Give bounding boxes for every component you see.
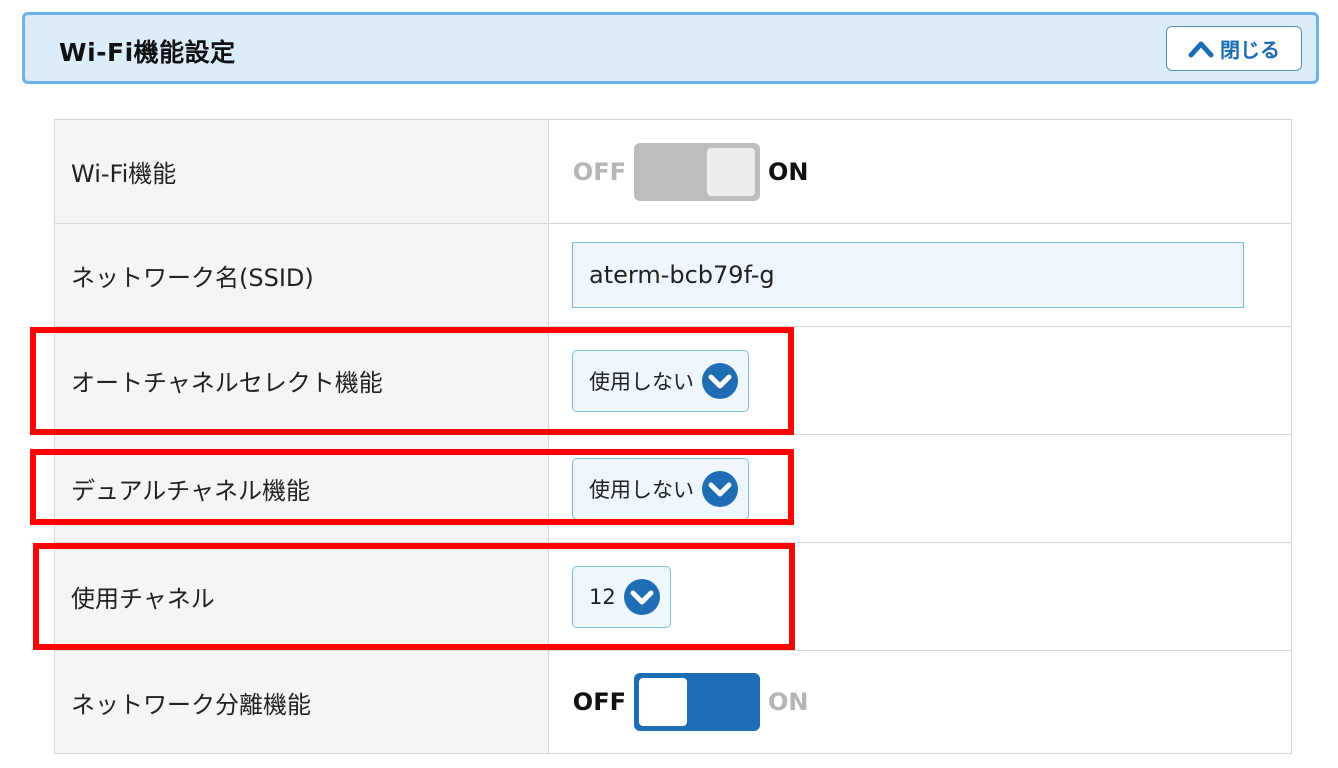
wifi-function-toggle-group: OFF ON (572, 142, 1291, 201)
table-row: 使用チャネル 12 (54, 542, 1292, 651)
toggle-on-label: ON (768, 688, 809, 716)
chevron-up-icon (1188, 40, 1214, 58)
channel-value: 12 (589, 584, 616, 609)
section-title: Wi-Fi機能設定 (59, 38, 236, 67)
chevron-down-circle-icon (623, 578, 660, 615)
table-row: ネットワーク分離機能 OFF ON (54, 650, 1292, 754)
ssid-label: ネットワーク名(SSID) (54, 223, 549, 327)
settings-table: Wi-Fi機能 OFF ON ネットワーク名(SSID) オートチャネルセレクト… (54, 119, 1292, 754)
network-separation-label: ネットワーク分離機能 (54, 650, 549, 754)
auto-channel-select-value: 使用しない (589, 369, 694, 394)
network-separation-toggle[interactable] (634, 673, 760, 731)
chevron-down-circle-icon (702, 470, 738, 507)
toggle-knob (707, 147, 755, 196)
auto-channel-select-label: オートチャネルセレクト機能 (54, 326, 549, 435)
close-button[interactable]: 閉じる (1166, 26, 1302, 71)
toggle-on-label: ON (768, 157, 809, 186)
dual-channel-dropdown[interactable]: 使用しない (572, 457, 749, 520)
wifi-function-label: Wi-Fi機能 (54, 119, 549, 224)
close-button-label: 閉じる (1220, 38, 1280, 62)
dual-channel-label: デュアルチャネル機能 (54, 434, 549, 543)
toggle-off-label: OFF (572, 688, 626, 716)
toggle-off-label: OFF (572, 157, 626, 186)
table-row: オートチャネルセレクト機能 使用しない (54, 326, 1292, 435)
table-row: ネットワーク名(SSID) (54, 223, 1292, 327)
table-row: Wi-Fi機能 OFF ON (54, 119, 1292, 224)
auto-channel-select-dropdown[interactable]: 使用しない (572, 349, 749, 412)
toggle-knob (639, 678, 687, 726)
wifi-function-toggle[interactable] (634, 142, 760, 201)
channel-label: 使用チャネル (54, 542, 549, 651)
ssid-input[interactable] (572, 242, 1244, 308)
dual-channel-value: 使用しない (589, 477, 694, 502)
section-header: Wi-Fi機能設定 閉じる (22, 12, 1319, 84)
table-row: デュアルチャネル機能 使用しない (54, 434, 1292, 543)
chevron-down-circle-icon (702, 362, 738, 399)
channel-dropdown[interactable]: 12 (572, 565, 671, 628)
network-separation-toggle-group: OFF ON (572, 673, 1291, 731)
